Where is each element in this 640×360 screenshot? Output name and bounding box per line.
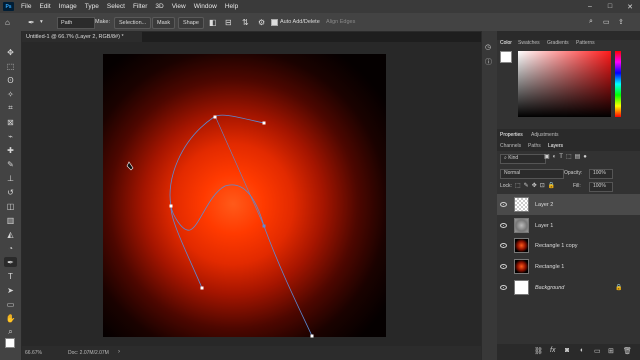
eye-icon[interactable] [500,243,507,248]
layer-thumbnail [514,259,529,274]
layer-row[interactable]: Background 🔒 [497,277,640,298]
fill-input[interactable]: 100% [589,182,613,192]
layers-footer: ⛓ fx ◙ ◐ ▭ ⊞ 🗑 [497,344,640,360]
panel-collapse-bar [497,31,640,40]
group-icon[interactable]: ▭ [594,347,601,355]
tab-channels[interactable]: Channels [500,143,521,149]
tab-gradients[interactable]: Gradients [547,40,569,46]
doc-size-info: Doc: 2.07M/2.07M [68,350,109,356]
tab-patterns[interactable]: Patterns [576,40,595,46]
new-layer-icon[interactable]: ⊞ [608,347,614,355]
blend-mode-select[interactable]: Normal [500,169,564,179]
properties-panel-header: Properties Adjustments [497,129,640,140]
opacity-label: Opacity: [564,170,583,176]
status-bar: 66.67% Doc: 2.07M/2.07M › [22,346,496,360]
layer-row[interactable]: Rectangle 1 copy [497,235,640,256]
layer-name[interactable]: Rectangle 1 copy [535,243,578,249]
opacity-input[interactable]: 100% [589,169,613,179]
work-path-left-curve[interactable] [169,114,265,289]
layer-filter-icons[interactable]: ▣◐T⬚▤● [544,153,590,160]
panel-icon-strip: ◷ ⓘ [481,31,497,360]
layer-thumbnail [514,218,529,233]
anchor-point[interactable] [262,121,266,125]
eye-icon[interactable] [500,285,507,290]
info-icon[interactable]: ⓘ [485,57,492,67]
layers-panel-header: Channels Paths Layers [497,140,640,151]
layer-thumbnail [514,238,529,253]
lock-label: Lock: [500,183,512,189]
adjustment-icon[interactable]: ◐ [580,347,584,354]
tab-adjustments[interactable]: Adjustments [531,132,559,138]
eye-icon[interactable] [500,223,507,228]
layer-name[interactable]: Background [535,285,564,291]
layer-kind-filter[interactable]: ⌕ Kind [500,154,546,164]
work-path-s-curve[interactable] [170,184,313,337]
tab-layers[interactable]: Layers [548,143,563,149]
layer-thumbnail [514,280,529,295]
tab-properties[interactable]: Properties [500,132,523,138]
anchor-point[interactable] [262,224,266,228]
kind-label: Kind [508,155,519,161]
chevron-right-icon[interactable]: › [118,349,120,355]
tab-swatches[interactable]: Swatches [518,40,540,46]
layer-row[interactable]: Layer 1 [497,215,640,236]
pen-cursor-icon [126,161,134,171]
layer-row[interactable]: Layer 2 [497,194,640,215]
layer-name[interactable]: Layer 2 [535,202,553,208]
anchor-point[interactable] [213,115,217,119]
layer-name[interactable]: Rectangle 1 [535,264,564,270]
history-icon[interactable]: ◷ [485,43,491,51]
zoom-level[interactable]: 66.67% [25,350,42,356]
link-icon[interactable]: ⛓ [534,347,543,355]
lock-icons[interactable]: ⬚✎✥⊡🔒 [515,182,558,189]
mask-icon[interactable]: ◙ [565,347,569,354]
color-panel: Color Swatches Gradients Patterns [497,40,640,142]
layer-name[interactable]: Layer 1 [535,223,553,229]
hue-slider[interactable] [615,51,621,117]
lock-icon[interactable]: 🔒 [615,284,622,291]
color-picker-field[interactable] [518,51,611,117]
tab-paths[interactable]: Paths [528,143,541,149]
eye-icon[interactable] [500,202,507,207]
anchor-point[interactable] [169,204,173,208]
layer-thumbnail [514,197,529,212]
fx-icon[interactable]: fx [550,347,555,354]
fill-label: Fill: [573,183,581,189]
trash-icon[interactable]: 🗑 [623,347,632,355]
eye-icon[interactable] [500,264,507,269]
layer-row[interactable]: Rectangle 1 [497,256,640,277]
anchor-point[interactable] [310,334,314,338]
foreground-swatch[interactable] [500,51,512,63]
anchor-point[interactable] [200,286,204,290]
tab-color[interactable]: Color [500,40,512,46]
direction-line [215,117,265,227]
